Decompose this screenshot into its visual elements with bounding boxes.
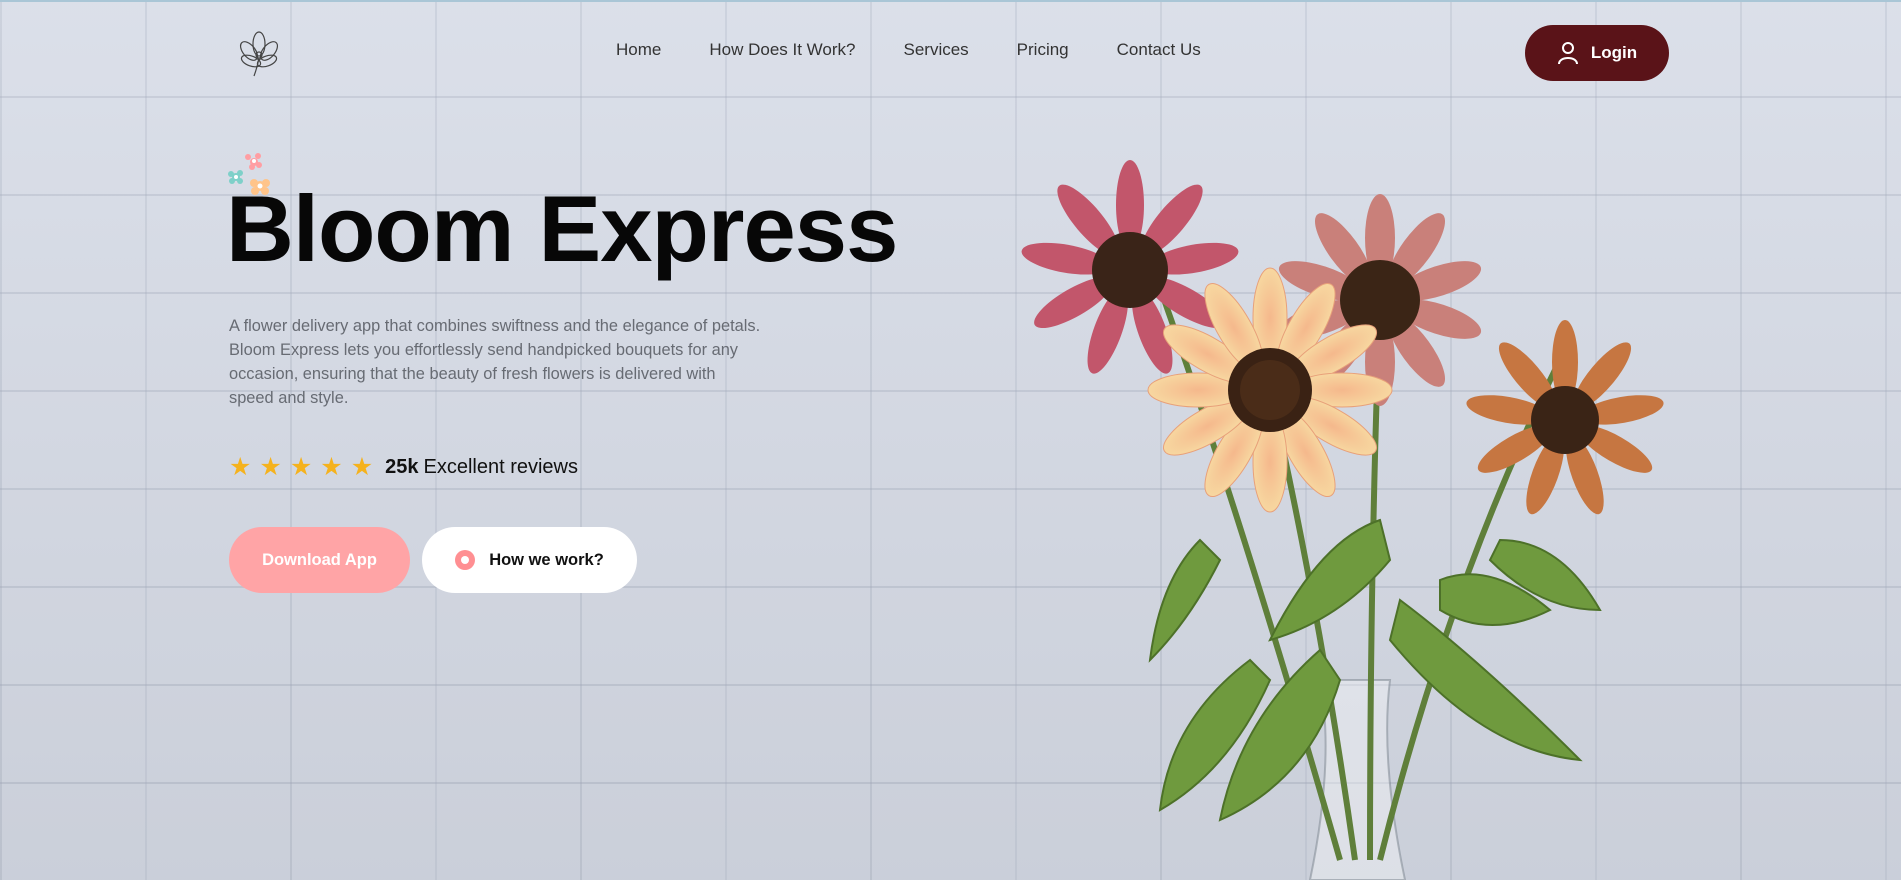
- star-icon: ★: [289, 452, 313, 481]
- sunflower-bouquet-image: [1021, 160, 1664, 880]
- nav-how-it-works[interactable]: How Does It Work?: [709, 40, 855, 60]
- flower-logo-icon[interactable]: [232, 26, 286, 80]
- user-icon: [1557, 42, 1578, 65]
- nav-contact-us[interactable]: Contact Us: [1117, 40, 1201, 60]
- hero-title: Bloom Express: [226, 176, 898, 281]
- login-label: Login: [1590, 43, 1638, 62]
- download-app-label: Download App: [262, 550, 377, 569]
- play-circle-icon: [455, 550, 476, 570]
- nav-pricing[interactable]: Pricing: [1017, 40, 1069, 60]
- star-icon: ★: [320, 452, 343, 481]
- nav-home[interactable]: Home: [616, 40, 661, 60]
- top-border: [0, 0, 1901, 2]
- review-count: 25k: [385, 455, 419, 478]
- download-app-button[interactable]: Download App: [229, 527, 410, 593]
- star-icon: ★: [229, 452, 252, 481]
- main-nav: Home How Does It Work? Services Pricing …: [616, 40, 1249, 60]
- how-we-work-label: How we work?: [489, 550, 604, 569]
- login-button[interactable]: Login: [1525, 25, 1669, 81]
- star-icon: ★: [259, 452, 282, 481]
- hero-description: A flower delivery app that combines swif…: [229, 317, 761, 407]
- how-we-work-button[interactable]: How we work?: [422, 527, 637, 593]
- rating-stars: ★ ★ ★ ★ ★: [229, 452, 373, 482]
- rating: ★ ★ ★ ★ ★ 25k Excellent reviews: [229, 452, 578, 482]
- nav-services[interactable]: Services: [903, 40, 968, 60]
- star-icon: ★: [350, 452, 374, 481]
- review-text: Excellent reviews: [423, 455, 578, 478]
